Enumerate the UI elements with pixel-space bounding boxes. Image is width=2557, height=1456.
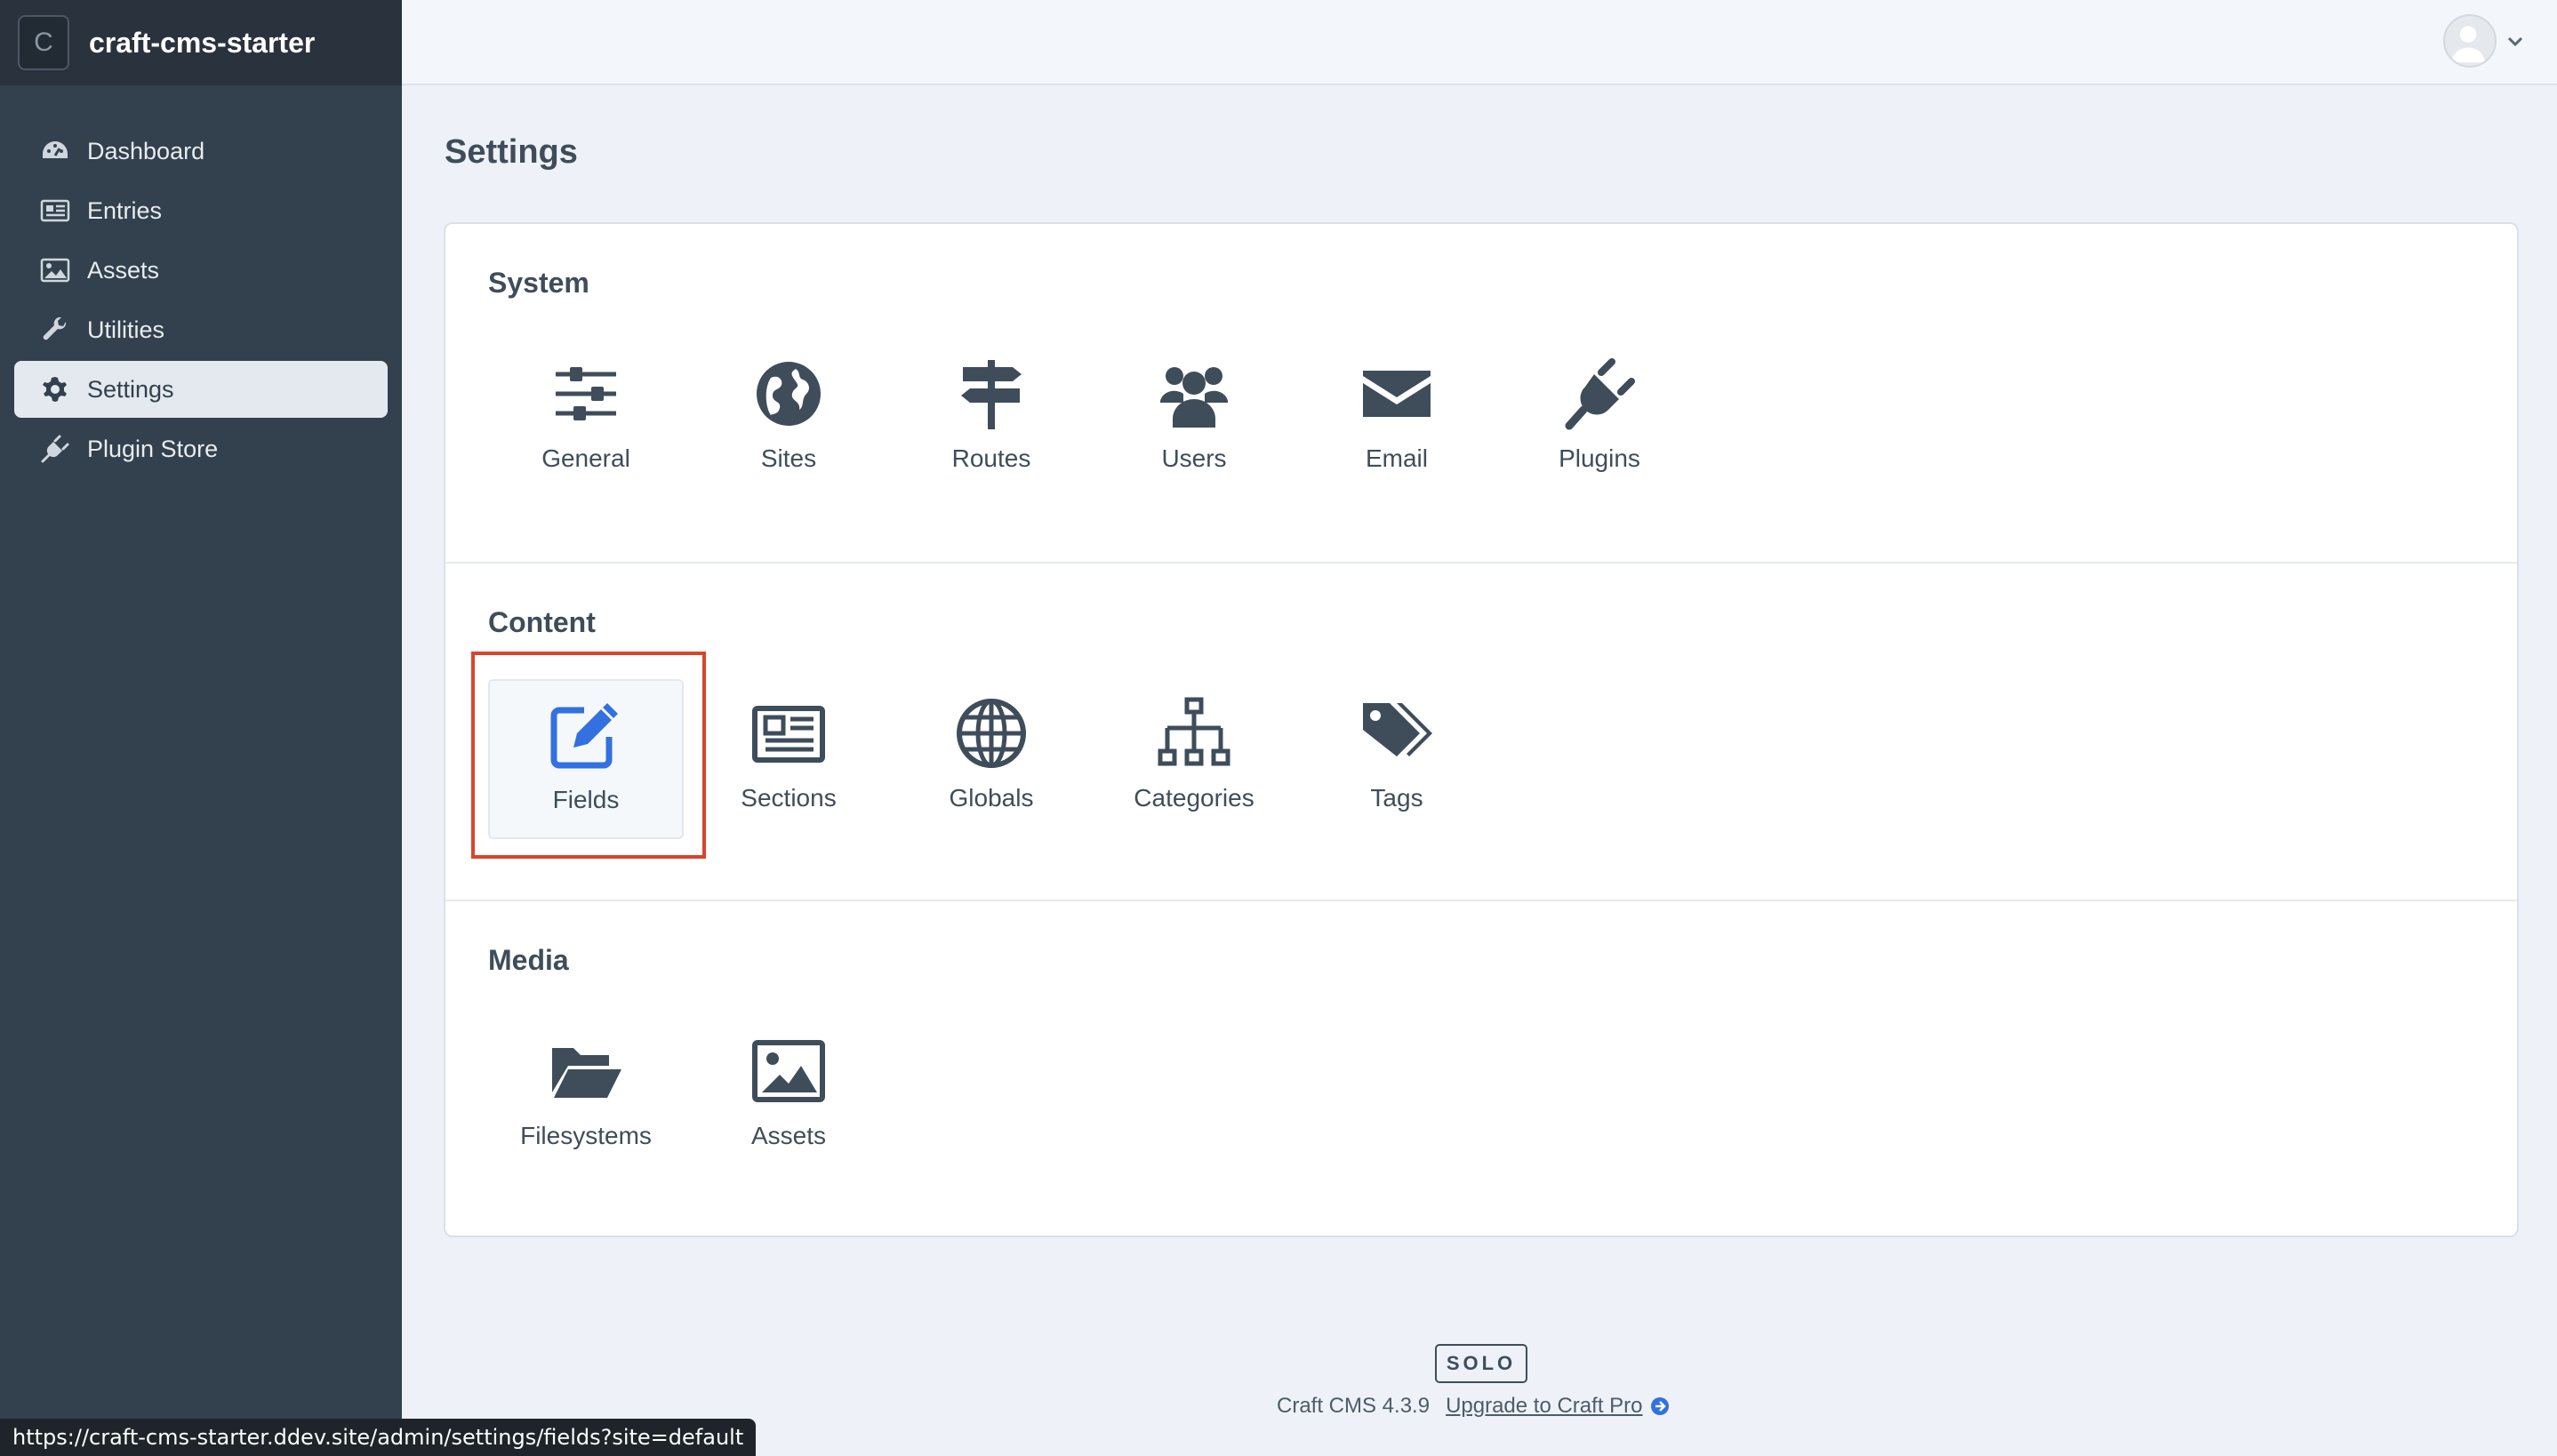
site-header[interactable]: C craft-cms-starter bbox=[0, 0, 402, 85]
section-heading: Media bbox=[488, 944, 569, 976]
settings-plugins-tile[interactable]: Plugins bbox=[1502, 340, 1697, 500]
settings-sections-tile[interactable]: Sections bbox=[691, 679, 886, 839]
settings-card: System General Sites Routes Users Email … bbox=[444, 222, 2519, 1237]
sidebar-item-dashboard[interactable]: Dashboard bbox=[14, 123, 388, 180]
users-icon bbox=[1156, 356, 1232, 432]
top-bar bbox=[402, 0, 2557, 85]
settings-users-tile[interactable]: Users bbox=[1096, 340, 1292, 500]
tile-label: Globals bbox=[949, 784, 1034, 812]
sidebar-item-utilities[interactable]: Utilities bbox=[14, 301, 388, 358]
site-logo-icon: C bbox=[18, 15, 69, 70]
section-heading: System bbox=[488, 267, 589, 299]
tile-label: Routes bbox=[951, 444, 1031, 472]
system-grid: General Sites Routes Users Email Plugins bbox=[488, 340, 1704, 500]
settings-routes-tile[interactable]: Routes bbox=[894, 340, 1089, 500]
sitemap-icon bbox=[1156, 695, 1232, 772]
wrench-icon bbox=[37, 315, 73, 345]
tile-label: Categories bbox=[1134, 784, 1254, 812]
tile-label: Filesystems bbox=[520, 1122, 652, 1149]
tile-label: Sections bbox=[741, 784, 837, 812]
tile-label: Sites bbox=[760, 444, 817, 472]
tags-icon bbox=[1359, 695, 1435, 772]
section-heading: Content bbox=[488, 606, 596, 638]
sidebar-item-plugin-store[interactable]: Plugin Store bbox=[14, 420, 388, 477]
upgrade-link[interactable]: Upgrade to Craft Pro bbox=[1446, 1394, 1642, 1419]
sidebar-item-label: Utilities bbox=[87, 316, 165, 343]
tile-label: Fields bbox=[552, 786, 620, 813]
plug-icon bbox=[37, 434, 73, 464]
site-name: craft-cms-starter bbox=[89, 26, 316, 59]
gear-icon bbox=[37, 374, 73, 404]
settings-assets-tile[interactable]: Assets bbox=[691, 1017, 886, 1177]
plug-icon bbox=[1561, 356, 1638, 432]
content-section: Content Fields Sections Globals Categori… bbox=[445, 562, 2517, 901]
footer: Craft CMS 4.3.9 Upgrade to Craft Pro bbox=[1277, 1394, 1670, 1419]
tile-label: Email bbox=[1365, 444, 1428, 472]
arrow-circle-right-icon bbox=[1650, 1397, 1669, 1415]
media-section: Media Filesystems Assets bbox=[445, 900, 2517, 1239]
sidebar-item-entries[interactable]: Entries bbox=[14, 182, 388, 239]
tile-label: Users bbox=[1161, 444, 1227, 472]
signpost-icon bbox=[953, 356, 1030, 432]
page-title: Settings bbox=[445, 133, 578, 171]
envelope-icon bbox=[1359, 356, 1435, 432]
globe-americas-icon bbox=[750, 356, 827, 432]
settings-fields-tile[interactable]: Fields bbox=[488, 679, 684, 839]
dashboard-icon bbox=[37, 136, 73, 166]
media-grid: Filesystems Assets bbox=[488, 1017, 894, 1177]
sidebar-item-label: Plugin Store bbox=[87, 435, 219, 462]
sidebar-nav: Dashboard Entries Assets Utilities Setti… bbox=[14, 123, 388, 480]
status-bar-url: https://craft-cms-starter.ddev.site/admi… bbox=[0, 1419, 757, 1456]
image-icon bbox=[750, 1033, 827, 1109]
settings-categories-tile[interactable]: Categories bbox=[1096, 679, 1292, 839]
system-section: System General Sites Routes Users Email … bbox=[445, 224, 2517, 562]
settings-general-tile[interactable]: General bbox=[488, 340, 684, 500]
version-text: Craft CMS 4.3.9 bbox=[1277, 1394, 1431, 1418]
avatar bbox=[2443, 14, 2497, 68]
folder-open-icon bbox=[548, 1033, 624, 1109]
tile-label: Plugins bbox=[1559, 444, 1640, 472]
tile-label: Assets bbox=[750, 1122, 827, 1149]
sliders-icon bbox=[548, 356, 624, 432]
settings-globals-tile[interactable]: Globals bbox=[894, 679, 1089, 839]
tile-label: Tags bbox=[1370, 784, 1423, 812]
globe-icon bbox=[953, 695, 1030, 772]
sidebar-item-settings[interactable]: Settings bbox=[14, 361, 388, 418]
settings-sites-tile[interactable]: Sites bbox=[691, 340, 886, 500]
newspaper-icon bbox=[37, 196, 73, 226]
sidebar-item-label: Settings bbox=[87, 375, 174, 403]
settings-filesystems-tile[interactable]: Filesystems bbox=[488, 1017, 684, 1177]
pencil-square-icon bbox=[548, 697, 624, 773]
user-menu-button[interactable] bbox=[2443, 14, 2525, 68]
content-grid: Fields Sections Globals Categories Tags bbox=[488, 679, 1502, 839]
image-icon bbox=[37, 255, 73, 285]
newspaper-icon bbox=[750, 695, 827, 772]
sidebar-item-label: Assets bbox=[87, 256, 160, 284]
settings-tags-tile[interactable]: Tags bbox=[1299, 679, 1495, 839]
sidebar-item-label: Dashboard bbox=[87, 137, 205, 164]
settings-email-tile[interactable]: Email bbox=[1299, 340, 1495, 500]
sidebar-item-label: Entries bbox=[87, 196, 163, 224]
sidebar: C craft-cms-starter Dashboard Entries As… bbox=[0, 0, 402, 1456]
edition-badge: SOLO bbox=[1435, 1344, 1527, 1383]
tile-label: General bbox=[541, 444, 630, 472]
chevron-down-icon bbox=[2507, 36, 2523, 47]
sidebar-item-assets[interactable]: Assets bbox=[14, 242, 388, 299]
